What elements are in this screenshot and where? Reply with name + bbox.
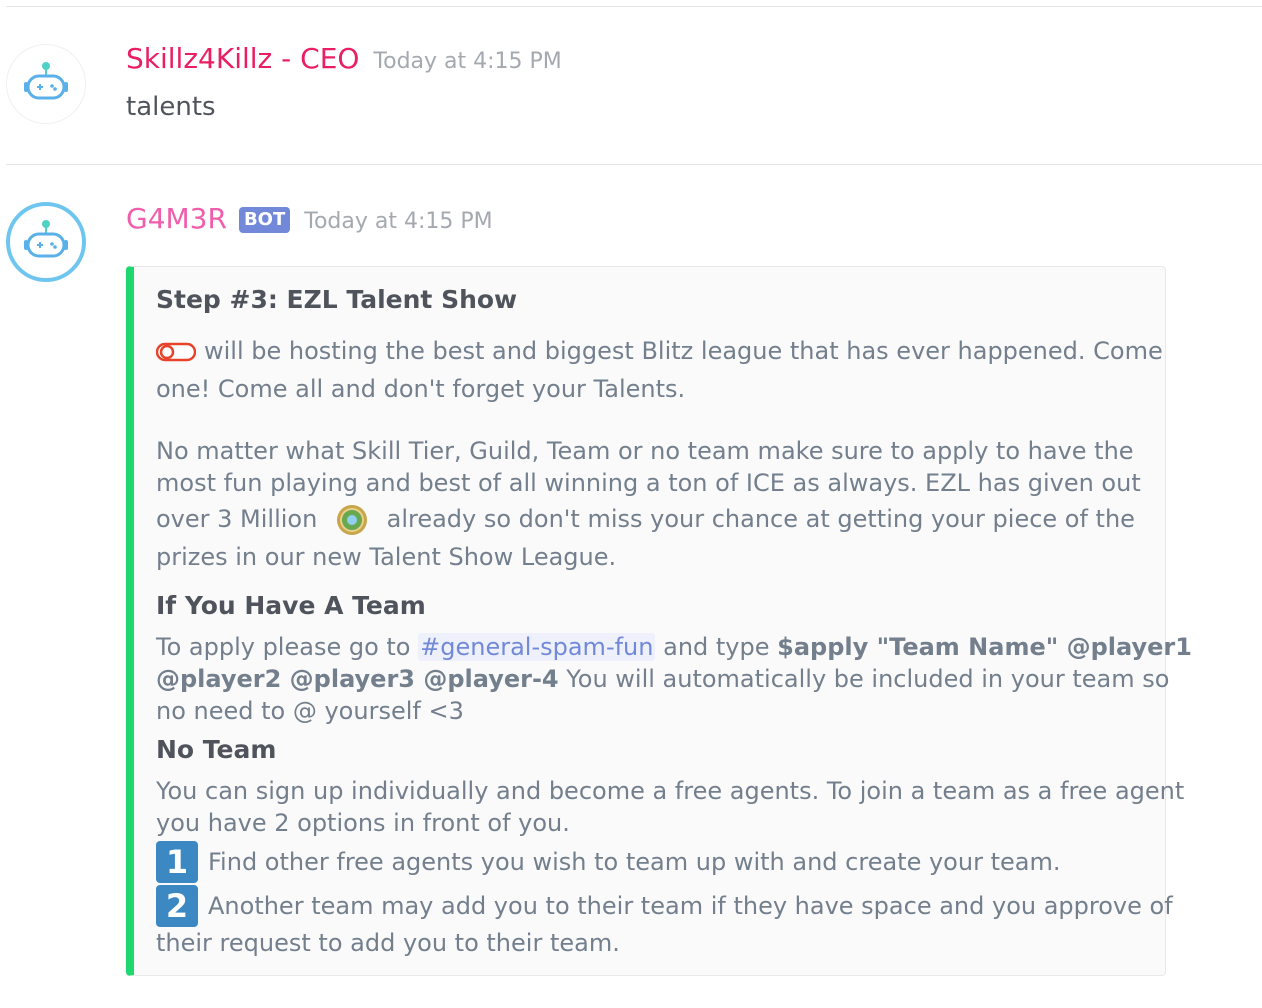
robot-gamepad-icon — [24, 62, 68, 100]
field-name-no-team: No Team — [156, 735, 277, 764]
para2-line3a: over 3 Million — [156, 505, 318, 533]
field1-mid: and type — [663, 633, 770, 661]
para2-line: No matter what Skill Tier, Guild, Team o… — [156, 437, 1134, 465]
intro-text-2: one! Come all and don't forget your Tale… — [156, 375, 686, 403]
bot-avatar-g4m3r[interactable] — [6, 202, 86, 282]
para2-line3b: already so don't miss your chance at get… — [386, 505, 1135, 533]
embed-title: Step #3: EZL Talent Show — [156, 285, 518, 314]
option-1-text: Find other free agents you wish to team … — [208, 848, 1061, 876]
keycap-1-icon: 1 — [156, 841, 198, 883]
field1-line: To apply please go to #general-spam-fun … — [156, 631, 1192, 663]
para2-line: over 3 Million already so don't miss you… — [156, 503, 1146, 537]
field-value-team: To apply please go to #general-spam-fun … — [156, 631, 1192, 727]
option-2: 2 Another team may add you to their team… — [156, 885, 1173, 927]
field1-post: You will automatically be included in yo… — [566, 665, 1170, 693]
field-value-no-team: You can sign up individually and become … — [156, 775, 1185, 839]
field2-line: You can sign up individually and become … — [156, 777, 1185, 805]
message-divider — [6, 164, 1262, 165]
field1-pre: To apply please go to — [156, 633, 411, 661]
timestamp: Today at 4:15 PM — [304, 209, 493, 234]
rich-embed: Step #3: EZL Talent Show will be hosting… — [126, 266, 1192, 976]
message-text: talents — [126, 92, 216, 122]
user-avatar-skillz4killz[interactable] — [6, 44, 86, 124]
intro-text-1: will be hosting the best and biggest Bli… — [204, 337, 1163, 365]
command-text: @player2 @player3 @player-4 — [156, 665, 559, 693]
embed-intro: will be hosting the best and biggest Bli… — [156, 335, 1163, 405]
field1-line: @player2 @player3 @player-4 You will aut… — [156, 663, 1169, 695]
ice-coin-emoji — [336, 505, 367, 535]
para2-line: most fun playing and best of all winning… — [156, 469, 1141, 497]
option-1: 1 Find other free agents you wish to tea… — [156, 841, 1060, 883]
embed-paragraph-2: No matter what Skill Tier, Guild, Team o… — [156, 435, 1146, 573]
red-toggle-emoji — [156, 342, 196, 362]
field1-line: no need to @ yourself <3 — [156, 697, 464, 725]
field2-line: you have 2 options in front of you. — [156, 809, 570, 837]
option-2-cont: their request to add you to their team. — [156, 929, 620, 957]
keycap-2-icon: 2 — [156, 885, 198, 927]
robot-gamepad-icon — [24, 220, 68, 258]
username[interactable]: Skillz4Killz - CEO — [126, 42, 359, 75]
intro-line: will be hosting the best and biggest Bli… — [156, 335, 1163, 367]
message-header-2: G4M3R BOT Today at 4:15 PM — [126, 202, 493, 236]
top-divider — [6, 6, 1262, 7]
field-name-team: If You Have A Team — [156, 591, 426, 620]
para2-line: prizes in our new Talent Show League. — [156, 543, 617, 571]
command-text: $apply "Team Name" @player1 — [777, 633, 1192, 661]
bot-username[interactable]: G4M3R — [126, 202, 227, 235]
timestamp: Today at 4:15 PM — [373, 49, 562, 74]
option-2-text: Another team may add you to their team i… — [208, 892, 1173, 920]
message-header-1: Skillz4Killz - CEO Today at 4:15 PM — [126, 42, 562, 75]
channel-mention[interactable]: #general-spam-fun — [418, 633, 656, 661]
bot-badge: BOT — [238, 207, 291, 233]
